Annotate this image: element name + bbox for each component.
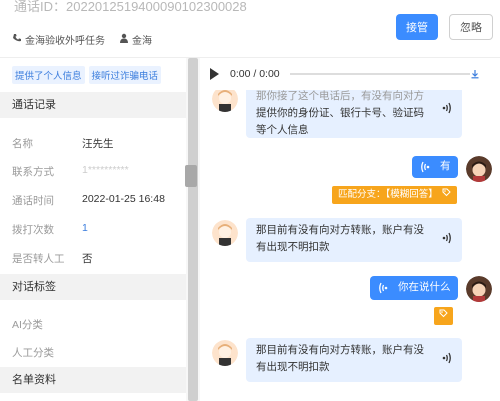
message-line: 那你接了这个电话后，有没有向对方 [256,90,424,102]
field-value: 汪先生 [82,138,114,150]
bot-avatar [212,90,238,112]
audio-wave-icon[interactable] [442,102,452,120]
bot-message: 那你接了这个电话后，有没有向对方 提供你的身份证、银行卡号、验证码 等个人信息 [246,90,462,138]
match-branch-text: 匹配分支：【模糊回答】 [338,189,438,200]
field-contact: 联系方式 1********** [12,164,129,179]
bot-message: 那目前有没有向对方转账，账户有没 有出现不明扣款 [246,218,462,262]
field-label: 人工分类 [12,347,54,359]
message-line: 等个人信息 [256,124,309,136]
ignore-button[interactable]: 忽略 [449,14,493,40]
download-icon[interactable] [470,66,480,84]
bot-avatar [212,220,238,246]
user-icon [119,33,129,46]
message-line: 那目前有没有向对方转账，账户有没 [256,224,424,236]
agent-info: 金海 [119,32,152,47]
audio-wave-icon[interactable] [420,161,430,179]
audio-wave-icon[interactable] [442,352,452,370]
call-id-label: 通话ID：2022012519400090102300028 [14,0,247,14]
left-panel: 提供了个人信息 接听过诈骗电话 通话记录 名称 汪先生 联系方式 1******… [0,58,200,401]
field-label: 通话时间 [12,195,54,207]
section-list-data: 名单资料 [0,367,186,393]
bot-message: 那目前有没有向对方转账，账户有没 有出现不明扣款 [246,338,462,382]
user-message: 你在说什么 [370,276,458,300]
user-avatar [466,156,492,182]
tag-icon[interactable] [442,187,451,203]
message-line: 有出现不明扣款 [256,241,330,253]
scrollbar-thumb[interactable] [188,58,198,401]
message-line: 有出现不明扣款 [256,361,330,373]
field-ai-class: AI分类 [12,317,82,332]
section-dialog-tags: 对话标签 [0,274,186,300]
user-message: 有 [412,156,458,178]
play-icon[interactable] [210,68,219,80]
field-value: 1********** [82,164,129,176]
task-name: 金海验收外呼任务 [25,36,105,47]
tag-icon[interactable] [439,308,448,324]
message-text: 你在说什么 [398,281,451,293]
message-line: 那目前有没有向对方转账，账户有没 [256,344,424,356]
call-meta: 金海验收外呼任务 金海 [12,32,152,47]
tag-fraud-call: 接听过诈骗电话 [88,66,162,84]
playback-time: 0:00 / 0:00 [230,68,280,80]
field-value[interactable]: 1 [82,222,88,237]
field-dial-count: 拨打次数 1 [12,222,88,237]
field-manual-class: 人工分类 [12,345,82,360]
field-call-time: 通话时间 2022-01-25 16:48 [12,193,165,208]
match-branch-badge: 匹配分支：【模糊回答】 [332,186,457,204]
tag-list: 提供了个人信息 接听过诈骗电话 [12,66,162,84]
chat-transcript: 那你接了这个电话后，有没有向对方 提供你的身份证、银行卡号、验证码 等个人信息 … [200,90,500,401]
field-transfer: 是否转人工 否 [12,251,93,266]
field-value: 2022-01-25 16:48 [82,193,165,205]
field-label: 是否转人工 [12,253,65,265]
task-info: 金海验收外呼任务 [12,32,105,47]
field-value: 否 [82,253,93,265]
user-avatar [466,276,492,302]
bot-avatar [212,340,238,366]
field-label: 拨打次数 [12,224,54,236]
phone-icon [12,33,22,46]
header: 通话ID：2022012519400090102300028 金海验收外呼任务 … [0,0,500,58]
field-label: 名称 [12,138,33,150]
scrollbar-handle[interactable] [185,165,197,187]
field-name: 名称 汪先生 [12,136,114,151]
agent-name: 金海 [132,36,152,47]
field-label: AI分类 [12,319,43,331]
accept-button[interactable]: 接管 [396,14,438,40]
section-call-record: 通话记录 [0,92,186,118]
message-line: 提供你的身份证、银行卡号、验证码 [256,107,424,119]
audio-wave-icon[interactable] [442,232,452,250]
message-text: 有 [440,160,451,172]
tag-personal-info: 提供了个人信息 [12,66,85,84]
match-tag-badge[interactable] [434,307,453,325]
playback-progress[interactable] [290,73,470,75]
audio-player: 0:00 / 0:00 [200,58,500,90]
audio-wave-icon[interactable] [378,282,388,300]
field-label: 联系方式 [12,166,54,178]
